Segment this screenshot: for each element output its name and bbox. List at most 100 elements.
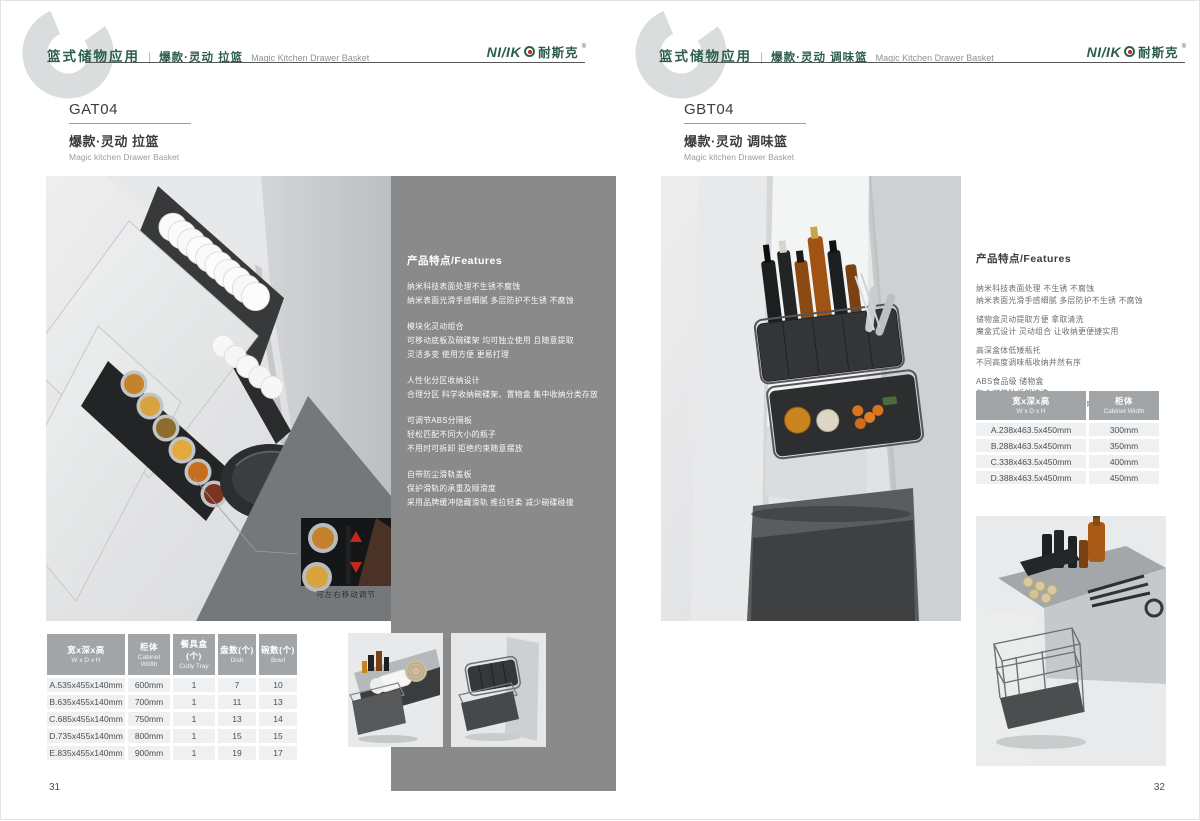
feature-group: 高深盒体低矮瓶托不同高度调味瓶收纳井然有序 xyxy=(976,345,1191,368)
table-row: A.535x455x140mm600mm1710 xyxy=(47,678,297,692)
main-product-photo: 可左右移动调节 xyxy=(46,176,391,621)
thumbnail-empty-illustration xyxy=(451,633,546,747)
feature-group: 人性化分区收纳设计合理分区 科学收纳碗碟架、置物盒 集中收纳分类存放 xyxy=(407,374,616,402)
spec-cell: B.635x455x140mm xyxy=(47,695,125,709)
features-groups: 纳米科技表面处理不生锈不腐蚀纳米表面光滑手感细腻 多层防护不生锈 不腐蚀模块化灵… xyxy=(407,280,616,510)
feature-line: 高深盒体低矮瓶托 xyxy=(976,345,1191,357)
table-row: C.685x455x140mm750mm11314 xyxy=(47,712,297,726)
spec-cell: 400mm xyxy=(1089,455,1159,468)
product-rule xyxy=(684,123,806,124)
brand-reg-mark: ® xyxy=(1182,44,1186,50)
spec-table: 宽x深x高W x D x H柜体Cabinet Width餐具盒(个)Cutly… xyxy=(44,631,300,763)
product-code: GAT04 xyxy=(69,101,191,118)
product-rule xyxy=(69,123,191,124)
countertop-basket-illustration xyxy=(976,516,1166,766)
feature-line: 自带防尘滑轨盖板 xyxy=(407,468,616,482)
spec-cell: 17 xyxy=(259,746,297,760)
brand-zh: 耐斯克 xyxy=(1138,42,1179,61)
feature-line: 轻松匹配不同大小的瓶子 xyxy=(407,428,616,442)
spec-cell: 10 xyxy=(259,678,297,692)
table-row: C.338x463.5x450mm400mm xyxy=(976,455,1159,468)
feature-line: 模块化灵动组合 xyxy=(407,320,616,334)
thumbnail-photo-loaded xyxy=(348,633,443,747)
spec-header-cell: 宽x深x高W x D x H xyxy=(47,634,125,675)
feature-line: 保护滑轨的承重及顺滑度 xyxy=(407,482,616,496)
product-block: GBT04 爆款·灵动 调味篮 Magic kitchen Drawer Bas… xyxy=(684,101,806,162)
page-left: 篮式储物应用 | 爆款·灵动 拉篮 Magic Kitchen Drawer B… xyxy=(1,1,601,821)
spec-table-body: A.238x463.5x450mm300mmB.288x463.5x450mm3… xyxy=(976,423,1159,484)
spec-cell: E.835x455x140mm xyxy=(47,746,125,760)
table-row: E.835x455x140mm900mm11917 xyxy=(47,746,297,760)
feature-line: 魔盒式设计 灵动组合 让收纳更便捷实用 xyxy=(976,326,1191,338)
spec-cell: 1 xyxy=(173,746,215,760)
spec-cell: C.338x463.5x450mm xyxy=(976,455,1086,468)
header-rule xyxy=(85,62,585,63)
brand-reg-mark: ® xyxy=(582,44,586,50)
table-row: B.635x455x140mm700mm11113 xyxy=(47,695,297,709)
spec-cell: 15 xyxy=(218,729,256,743)
feature-line: 合理分区 科学收纳碗碟架、置物盒 集中收纳分类存放 xyxy=(407,388,616,402)
page-number: 31 xyxy=(49,782,60,793)
spec-cell: D.735x455x140mm xyxy=(47,729,125,743)
feature-group: 纳米科技表面处理不生锈不腐蚀纳米表面光滑手感细腻 多层防护不生锈 不腐蚀 xyxy=(407,280,616,308)
feature-line: ABS食品级 储物盒 xyxy=(976,376,1191,388)
spec-cell: 350mm xyxy=(1089,439,1159,452)
spec-cell: 600mm xyxy=(128,678,170,692)
spec-cell: B.288x463.5x450mm xyxy=(976,439,1086,452)
spec-table: 宽x深x高W x D x H柜体Cabinet Width A.238x463.… xyxy=(973,388,1162,487)
spec-cell: A.238x463.5x450mm xyxy=(976,423,1086,436)
product-name-en: Magic kitchen Drawer Basket xyxy=(684,152,806,162)
spec-header-cell: 盘数(个)Dish xyxy=(218,634,256,675)
feature-line: 纳米表面光滑手感细腻 多层防护不生锈 不腐蚀 xyxy=(407,294,616,308)
main-product-photo xyxy=(661,176,961,621)
spec-cell: C.685x455x140mm xyxy=(47,712,125,726)
page-number: 32 xyxy=(1154,782,1165,793)
product-name-zh: 爆款·灵动 调味篮 xyxy=(684,131,806,150)
spec-cell: A.535x455x140mm xyxy=(47,678,125,692)
spec-table-head: 宽x深x高W x D x H柜体Cabinet Width xyxy=(976,391,1159,420)
spec-cell: 1 xyxy=(173,712,215,726)
feature-line: 纳米科技表面处理不生锈不腐蚀 xyxy=(407,280,616,294)
features-title: 产品特点/Features xyxy=(407,253,616,268)
header-rule xyxy=(703,62,1185,63)
spec-cell: 15 xyxy=(259,729,297,743)
feature-line: 储物盒灵动提取方便 拿取清洗 xyxy=(976,314,1191,326)
catalog-spread: 篮式储物应用 | 爆款·灵动 拉篮 Magic Kitchen Drawer B… xyxy=(0,0,1200,820)
feature-group: 储物盒灵动提取方便 拿取清洗魔盒式设计 灵动组合 让收纳更便捷实用 xyxy=(976,314,1191,337)
spec-header-row: 宽x深x高W x D x H柜体Cabinet Width餐具盒(个)Cutly… xyxy=(47,634,297,675)
spec-cell: 300mm xyxy=(1089,423,1159,436)
brand-logo: NI/IK 耐斯克 ® xyxy=(1087,42,1186,61)
spec-cell: 11 xyxy=(218,695,256,709)
brand-logo: NI/IK 耐斯克 ® xyxy=(487,42,586,61)
feature-group: 模块化灵动组合可移动底板及碗碟架 均可独立使用 且随意提取灵活多变 使用方便 更… xyxy=(407,320,616,362)
detail-inset-photo xyxy=(301,518,391,592)
drawer-basket-illustration xyxy=(46,176,391,621)
feature-group: 可调节ABS分隔板轻松匹配不同大小的瓶子不用时可拆卸 拒绝约束随意摆放 xyxy=(407,414,616,456)
spec-cell: 900mm xyxy=(128,746,170,760)
spec-cell: 7 xyxy=(218,678,256,692)
table-row: B.288x463.5x450mm350mm xyxy=(976,439,1159,452)
spec-header-cell: 宽x深x高W x D x H xyxy=(976,391,1086,420)
feature-group: 纳米科技表面处理 不生锈 不腐蚀纳米表面光滑手感细腻 多层防护不生锈 不腐蚀 xyxy=(976,283,1191,306)
feature-line: 灵活多变 使用方便 更易打理 xyxy=(407,348,616,362)
table-row: D.388x463.5x450mm450mm xyxy=(976,471,1159,484)
feature-line: 纳米表面光滑手感细腻 多层防护不生锈 不腐蚀 xyxy=(976,295,1191,307)
spec-header-cell: 碗数(个)Bowl xyxy=(259,634,297,675)
thumbnail-photo-empty xyxy=(451,633,546,747)
spec-header-cell: 柜体Cabinet Width xyxy=(1089,391,1159,420)
spec-cell: 450mm xyxy=(1089,471,1159,484)
product-code: GBT04 xyxy=(684,101,806,118)
spice-basket-illustration xyxy=(661,176,961,621)
feature-group: 自带防尘滑轨盖板保护滑轨的承重及顺滑度采用品牌缓冲隐藏滑轨 推拉轻柔 减少碗碟碰… xyxy=(407,468,616,510)
product-name-zh: 爆款·灵动 拉篮 xyxy=(69,131,191,150)
spec-cell: 1 xyxy=(173,729,215,743)
bottom-detail-photo xyxy=(976,516,1166,766)
spec-cell: 13 xyxy=(218,712,256,726)
product-block: GAT04 爆款·灵动 拉篮 Magic kitchen Drawer Bask… xyxy=(69,101,191,162)
spec-cell: 750mm xyxy=(128,712,170,726)
spec-cell: 1 xyxy=(173,678,215,692)
page-right: 篮式储物应用 | 爆款·灵动 调味篮 Magic Kitchen Drawer … xyxy=(601,1,1200,821)
feature-line: 不同高度调味瓶收纳井然有序 xyxy=(976,357,1191,369)
feature-line: 人性化分区收纳设计 xyxy=(407,374,616,388)
feature-line: 纳米科技表面处理 不生锈 不腐蚀 xyxy=(976,283,1191,295)
